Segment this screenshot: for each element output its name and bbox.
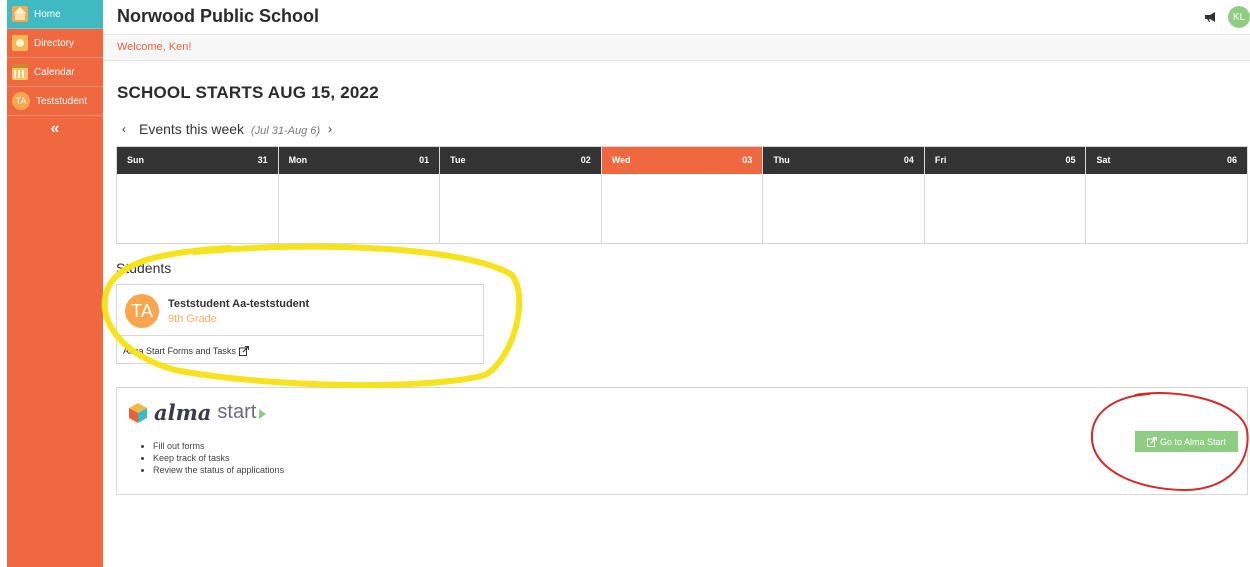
sidebar-item-label: Calendar — [34, 66, 75, 78]
sidebar-item-label: Directory — [34, 37, 75, 49]
top-header: Norwood Public School KL — [103, 0, 1250, 35]
student-summary[interactable]: TA Teststudent Aa-teststudent 9th Grade — [117, 285, 483, 336]
calendar-day-sat[interactable]: Sat 06 — [1086, 147, 1248, 243]
directory-icon — [12, 35, 28, 51]
megaphone-icon[interactable] — [1203, 10, 1217, 24]
calendar-day-thu[interactable]: Thu 04 — [763, 147, 925, 243]
external-link-icon — [238, 346, 249, 356]
alma-product-text: start — [217, 401, 257, 423]
day-date: 02 — [580, 155, 591, 165]
day-date: 06 — [1227, 155, 1238, 165]
welcome-bar: Welcome, Ken! — [103, 36, 1250, 61]
collapse-sidebar-button[interactable]: « — [7, 116, 103, 138]
day-name: Mon — [288, 155, 308, 165]
calendar-icon — [12, 64, 28, 80]
announcement-headline: SCHOOL STARTS AUG 15, 2022 — [117, 83, 379, 102]
home-icon — [12, 6, 28, 22]
sidebar-item-label: Home — [34, 8, 61, 20]
sidebar-item-home[interactable]: Home — [7, 0, 103, 29]
events-title-label: Events this week — [139, 121, 245, 137]
day-date: 05 — [1065, 155, 1076, 165]
calendar-day-sun[interactable]: Sun 31 — [117, 147, 279, 243]
external-link-icon — [1146, 436, 1157, 447]
day-name: Wed — [611, 155, 631, 165]
sidebar: Home Directory Calendar TA Teststudent « — [7, 0, 103, 567]
events-title: Events this week (Jul 31-Aug 6) — [139, 121, 320, 137]
day-header: Sun 31 — [117, 147, 278, 174]
alma-brand-text: alma — [154, 400, 212, 425]
events-date-range: (Jul 31-Aug 6) — [250, 125, 321, 137]
day-header: Thu 04 — [763, 147, 924, 174]
sidebar-item-teststudent[interactable]: TA Teststudent — [7, 87, 103, 116]
student-avatar: TA — [125, 294, 159, 328]
next-week-button[interactable]: › — [328, 122, 332, 136]
day-header: Wed 03 — [601, 147, 763, 174]
alma-start-forms-label: Alma Start Forms and Tasks — [123, 346, 236, 356]
calendar-day-mon[interactable]: Mon 01 — [278, 147, 441, 243]
day-name: Thu — [773, 155, 790, 165]
day-header: Mon 01 — [278, 147, 440, 174]
day-header: Sat 06 — [1086, 147, 1248, 174]
list-item: Keep track of tasks — [153, 452, 284, 464]
students-heading: Students — [116, 260, 172, 276]
sidebar-item-directory[interactable]: Directory — [7, 29, 103, 58]
day-header: Tue 02 — [440, 147, 601, 174]
page-title: Norwood Public School — [117, 6, 319, 26]
calendar-day-wed[interactable]: Wed 03 — [601, 147, 764, 243]
avatar: TA — [12, 92, 30, 110]
day-name: Sat — [1096, 155, 1111, 165]
student-name[interactable]: Teststudent Aa-teststudent — [168, 298, 309, 310]
list-item: Fill out forms — [153, 440, 284, 452]
go-to-alma-start-button[interactable]: Go to Alma Start — [1135, 431, 1238, 452]
alma-start-logo: alma start — [128, 400, 267, 425]
day-date: 03 — [742, 155, 753, 165]
sidebar-item-label: Teststudent — [36, 95, 88, 107]
user-avatar[interactable]: KL — [1228, 6, 1250, 28]
alma-logo-icon — [129, 402, 147, 423]
week-calendar: Sun 31 Mon 01 Tue 02 Wed 03 Thu 04 Fri 0… — [116, 146, 1248, 244]
alma-start-features: Fill out forms Keep track of tasks Revie… — [153, 440, 284, 476]
student-card: TA Teststudent Aa-teststudent 9th Grade … — [116, 284, 484, 364]
student-grade: 9th Grade — [168, 313, 217, 325]
day-header: Fri 05 — [924, 147, 1086, 174]
alma-start-panel: alma start Fill out forms Keep track of … — [116, 387, 1248, 495]
list-item: Review the status of applications — [153, 464, 284, 476]
previous-week-button[interactable]: ‹ — [122, 122, 126, 136]
go-to-alma-start-label: Go to Alma Start — [1159, 436, 1227, 447]
alma-start-forms-link[interactable]: Alma Start Forms and Tasks — [123, 346, 249, 356]
calendar-day-fri[interactable]: Fri 05 — [924, 147, 1087, 243]
day-date: 01 — [419, 155, 430, 165]
sidebar-item-calendar[interactable]: Calendar — [7, 58, 103, 87]
welcome-message: Welcome, Ken! — [117, 41, 192, 53]
calendar-day-tue[interactable]: Tue 02 — [440, 147, 602, 243]
day-name: Tue — [450, 155, 466, 165]
day-name: Sun — [127, 155, 144, 165]
day-name: Fri — [934, 155, 947, 165]
day-date: 04 — [903, 155, 914, 165]
day-date: 31 — [257, 155, 268, 165]
play-arrow-icon — [259, 408, 267, 419]
week-navigation: ‹ Events this week (Jul 31-Aug 6) › — [122, 121, 332, 137]
